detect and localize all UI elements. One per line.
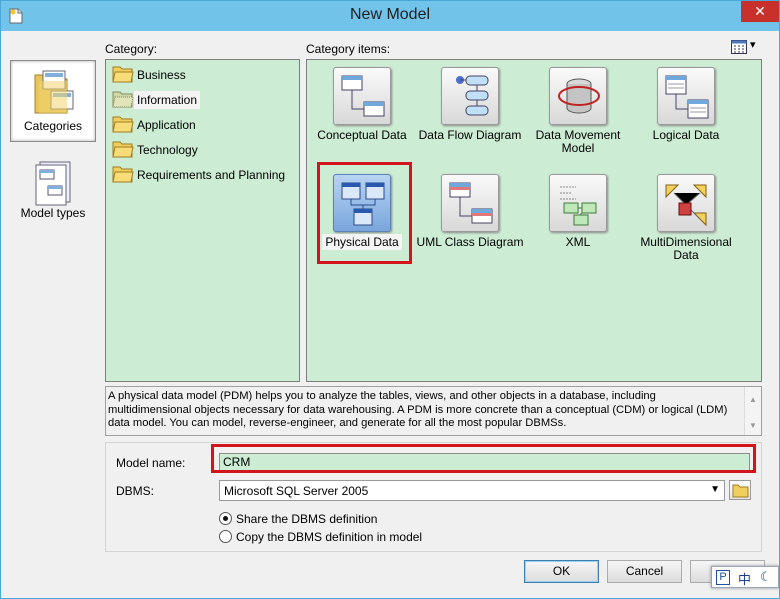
folder-icon: [112, 116, 134, 133]
ime-p-icon: P: [716, 570, 730, 585]
nav-item-model-types[interactable]: Model types: [10, 152, 96, 234]
nav-item-label: Model types: [20, 206, 86, 220]
title-bar: New Model ✕: [1, 1, 779, 31]
copy-dbms-radio[interactable]: [219, 530, 232, 543]
item-conceptual-data[interactable]: Conceptual Data: [307, 67, 417, 167]
folder-icon: [112, 166, 134, 183]
item-multidimensional-data[interactable]: MultiDimensional Data: [631, 174, 741, 274]
item-data-movement-model[interactable]: Data Movement Model: [523, 67, 633, 167]
close-icon: ✕: [754, 3, 766, 19]
model-name-highlight: [211, 444, 756, 473]
model-description: A physical data model (PDM) helps you to…: [105, 386, 762, 436]
list-item-label: Application: [137, 118, 196, 132]
model-types-icon: [35, 161, 71, 206]
folder-icon: [732, 484, 749, 498]
view-mode-button[interactable]: ▾: [731, 39, 761, 55]
dbms-label: DBMS:: [116, 484, 155, 498]
cancel-button[interactable]: Cancel: [607, 560, 682, 583]
multidimensional-data-icon: [665, 184, 707, 227]
category-list[interactable]: Business Information Application Technol…: [105, 59, 300, 382]
nav-item-categories[interactable]: Categories: [10, 60, 96, 142]
item-xml[interactable]: XML: [523, 174, 633, 274]
dbms-selected-value: Microsoft SQL Server 2005: [224, 484, 369, 498]
scroll-down-icon[interactable]: ▼: [749, 419, 757, 433]
folder-icon: [112, 91, 134, 108]
item-logical-data[interactable]: Logical Data: [631, 67, 741, 167]
item-label: XML: [565, 235, 591, 249]
category-items-label: Category items:: [306, 42, 391, 56]
list-item[interactable]: Business: [110, 64, 300, 84]
item-data-flow-diagram[interactable]: Data Flow Diagram: [415, 67, 525, 167]
scroll-up-icon[interactable]: ▲: [749, 393, 757, 407]
item-label: Conceptual Data: [317, 128, 407, 142]
list-item[interactable]: Application: [110, 114, 300, 134]
share-dbms-radio[interactable]: [219, 512, 232, 525]
description-text: A physical data model (PDM) helps you to…: [108, 390, 728, 429]
copy-dbms-label: Copy the DBMS definition in model: [236, 530, 423, 544]
item-label: Logical Data: [652, 128, 720, 142]
categories-icon: [34, 70, 74, 114]
dbms-select[interactable]: Microsoft SQL Server 2005 ▼: [219, 480, 725, 501]
ok-button[interactable]: OK: [524, 560, 599, 583]
list-item-label: Requirements and Planning: [137, 168, 286, 182]
description-scrollbar[interactable]: ▲ ▼: [744, 387, 761, 435]
item-label: Data Movement Model: [535, 128, 621, 155]
physical-data-highlight: [317, 162, 412, 264]
item-uml-class-diagram[interactable]: UML Class Diagram: [415, 174, 525, 274]
category-label: Category:: [105, 42, 158, 56]
nav-item-label: Categories: [23, 119, 83, 133]
chevron-down-icon: ▼: [710, 484, 720, 495]
list-item[interactable]: Technology: [110, 139, 300, 159]
data-movement-model-icon: [558, 78, 600, 114]
ime-chinese-label: 中: [738, 572, 752, 587]
new-model-dialog: New Model ✕ Categories Model types Categ…: [0, 0, 780, 599]
item-label: Data Flow Diagram: [418, 128, 522, 142]
folder-icon: [112, 66, 134, 83]
list-item-label: Technology: [137, 143, 198, 157]
chevron-down-icon: ▾: [750, 39, 756, 51]
item-label: MultiDimensional Data: [640, 235, 732, 262]
dialog-body: Categories Model types Category: Busines…: [8, 31, 772, 593]
xml-icon: [560, 186, 597, 226]
share-dbms-label: Share the DBMS definition: [236, 512, 378, 526]
item-label: UML Class Diagram: [416, 235, 524, 249]
list-item-label: Business: [137, 68, 186, 82]
moon-icon: ☾: [760, 569, 772, 584]
browse-dbms-button[interactable]: [729, 480, 751, 500]
list-item[interactable]: Information: [110, 89, 300, 109]
close-button[interactable]: ✕: [741, 1, 779, 22]
conceptual-data-icon: [341, 75, 385, 117]
folder-icon: [112, 141, 134, 158]
ime-indicator[interactable]: P 中 ☾: [711, 566, 779, 588]
uml-class-diagram-icon: [449, 182, 493, 224]
list-item-label: Information: [134, 91, 201, 109]
data-flow-diagram-icon: [456, 75, 489, 116]
logical-data-icon: [665, 75, 709, 119]
grid-view-icon: [731, 40, 747, 54]
list-item[interactable]: Requirements and Planning: [110, 164, 300, 184]
window-title: New Model: [349, 6, 431, 23]
model-name-label: Model name:: [116, 456, 186, 470]
